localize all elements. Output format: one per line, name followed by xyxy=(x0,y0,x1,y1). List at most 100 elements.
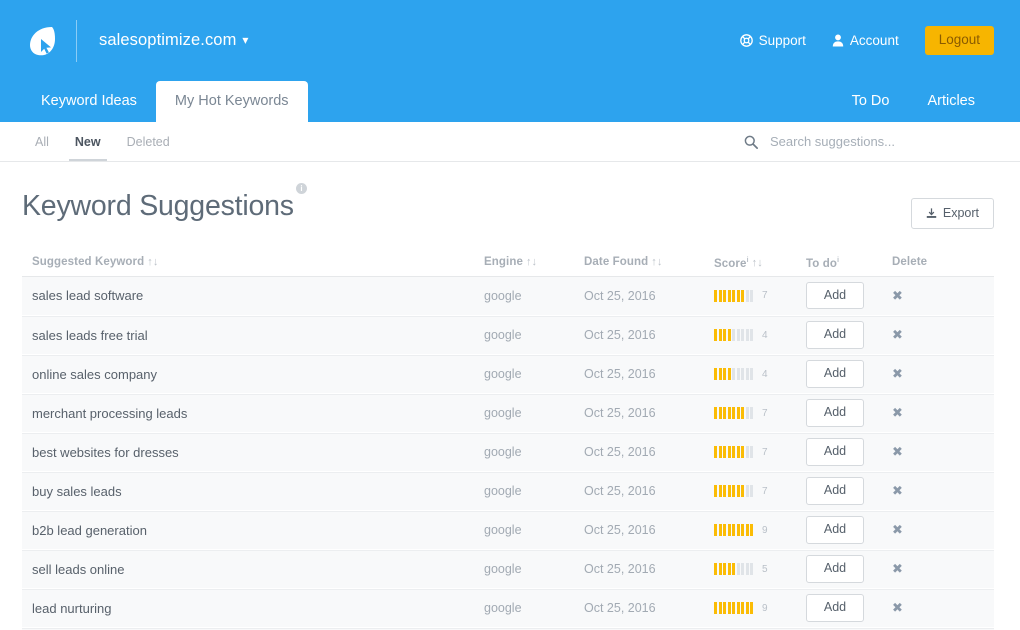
score-segment xyxy=(723,563,726,575)
score-segment xyxy=(745,446,749,458)
table-body: sales lead software google Oct 25, 2016 7 Ad… xyxy=(22,276,994,630)
filter-new[interactable]: New xyxy=(62,122,114,161)
delete-button[interactable]: ✖ xyxy=(892,366,903,382)
cell-keyword: sell leads online xyxy=(32,561,125,577)
cell-engine: google xyxy=(484,288,522,303)
score-segment xyxy=(736,446,740,458)
primary-tab-bar: Keyword Ideas My Hot Keywords To Do Arti… xyxy=(0,81,1020,122)
filter-deleted[interactable]: Deleted xyxy=(114,122,183,161)
tab-keyword-ideas[interactable]: Keyword Ideas xyxy=(22,81,156,122)
column-header-date-found-label: Date Found xyxy=(584,256,649,268)
sort-arrows-icon: ↑↓ xyxy=(525,256,538,268)
search-input[interactable] xyxy=(768,133,994,150)
score-segment xyxy=(741,485,744,497)
cell-keyword: merchant processing leads xyxy=(32,405,188,421)
download-icon xyxy=(926,208,937,219)
score-segment xyxy=(732,407,735,419)
column-header-score-label: Score xyxy=(714,257,747,270)
brand-divider xyxy=(76,19,77,62)
delete-button[interactable]: ✖ xyxy=(892,600,903,616)
chevron-down-icon: ▾ xyxy=(242,33,249,47)
column-header-delete: Delete xyxy=(892,256,952,268)
score-segment xyxy=(745,407,749,419)
add-button[interactable]: Add xyxy=(806,555,864,583)
column-header-todo-label: To do xyxy=(806,257,837,270)
score-segment xyxy=(741,289,744,302)
table-row: sell leads online google Oct 25, 2016 5 Add ✖ xyxy=(22,549,994,589)
score-value: 7 xyxy=(762,485,768,497)
cell-engine: google xyxy=(484,523,522,537)
score-segment xyxy=(723,602,726,614)
column-header-engine[interactable]: Engine ↑↓ xyxy=(484,256,584,268)
export-button[interactable]: Export xyxy=(910,198,994,229)
logout-button[interactable]: Logout xyxy=(924,26,994,55)
tab-my-hot-keywords[interactable]: My Hot Keywords xyxy=(155,81,308,122)
score-segment xyxy=(723,407,726,419)
score-segment xyxy=(727,602,731,614)
score-segment xyxy=(750,485,753,497)
score-bar xyxy=(714,446,753,458)
add-button[interactable]: Add xyxy=(806,516,864,544)
score-segment xyxy=(714,289,717,302)
score-segment xyxy=(714,407,717,419)
cell-date-found: Oct 25, 2016 xyxy=(584,367,656,381)
site-selector[interactable]: salesoptimize.com ▾ xyxy=(99,31,248,50)
cell-score: 7 xyxy=(714,485,806,497)
cell-score: 4 xyxy=(714,368,806,380)
score-segment xyxy=(732,524,735,536)
info-icon[interactable]: i xyxy=(295,183,307,194)
delete-button[interactable]: ✖ xyxy=(892,327,903,343)
column-header-date-found[interactable]: Date Found ↑↓ xyxy=(584,256,714,268)
delete-button[interactable]: ✖ xyxy=(892,522,903,538)
column-header-keyword[interactable]: Suggested Keyword ↑↓ xyxy=(32,256,484,268)
cell-delete: ✖ xyxy=(892,287,952,305)
delete-button[interactable]: ✖ xyxy=(892,288,903,304)
leaf-cursor-logo-icon[interactable] xyxy=(22,21,62,61)
delete-button[interactable]: ✖ xyxy=(892,483,903,499)
score-segment xyxy=(723,368,726,380)
cell-keyword: best websites for dresses xyxy=(32,444,179,460)
score-segment xyxy=(718,368,722,380)
cell-delete: ✖ xyxy=(892,482,952,500)
score-segment xyxy=(732,446,735,458)
add-button[interactable]: Add xyxy=(806,438,864,466)
add-button[interactable]: Add xyxy=(806,594,864,622)
cell-date-found: Oct 25, 2016 xyxy=(584,484,656,498)
add-button[interactable]: Add xyxy=(806,321,864,349)
delete-button[interactable]: ✖ xyxy=(892,444,903,460)
score-segment xyxy=(718,446,722,458)
cell-todo: Add xyxy=(806,438,892,466)
todo-info-icon[interactable]: i xyxy=(837,255,839,264)
score-info-icon[interactable]: i xyxy=(746,255,748,264)
page-content: Keyword Suggestions i Export Suggested K… xyxy=(0,162,1020,630)
export-label: Export xyxy=(942,206,979,220)
score-bar xyxy=(714,485,753,497)
filter-all[interactable]: All xyxy=(22,122,62,161)
account-link[interactable]: Account xyxy=(832,33,899,48)
delete-button[interactable]: ✖ xyxy=(892,561,903,577)
add-button[interactable]: Add xyxy=(806,399,864,427)
status-filter-group: All New Deleted xyxy=(22,122,183,161)
tab-articles[interactable]: Articles xyxy=(908,81,994,122)
cell-delete: ✖ xyxy=(892,365,952,383)
score-segment xyxy=(741,524,744,536)
score-segment xyxy=(727,485,731,497)
add-button[interactable]: Add xyxy=(806,360,864,388)
page-header-row: Keyword Suggestions i Export xyxy=(22,162,994,249)
support-link[interactable]: Support xyxy=(739,33,806,48)
cell-date-found: Oct 25, 2016 xyxy=(584,328,656,342)
score-value: 7 xyxy=(762,290,768,301)
sub-navigation-bar: All New Deleted xyxy=(0,122,1020,162)
tab-to-do[interactable]: To Do xyxy=(833,81,909,122)
score-segment xyxy=(741,563,744,575)
delete-button[interactable]: ✖ xyxy=(892,405,903,421)
score-segment xyxy=(718,485,722,497)
top-header-bar: salesoptimize.com ▾ Support Account Logo… xyxy=(0,0,1020,81)
cell-engine: google xyxy=(484,484,522,498)
cell-keyword: lead nurturing xyxy=(32,600,112,616)
add-button[interactable]: Add xyxy=(806,477,864,505)
score-segment xyxy=(727,407,731,419)
score-segment xyxy=(714,368,717,380)
add-button[interactable]: Add xyxy=(806,281,864,310)
column-header-score[interactable]: Scorei ↑↓ xyxy=(714,255,806,270)
